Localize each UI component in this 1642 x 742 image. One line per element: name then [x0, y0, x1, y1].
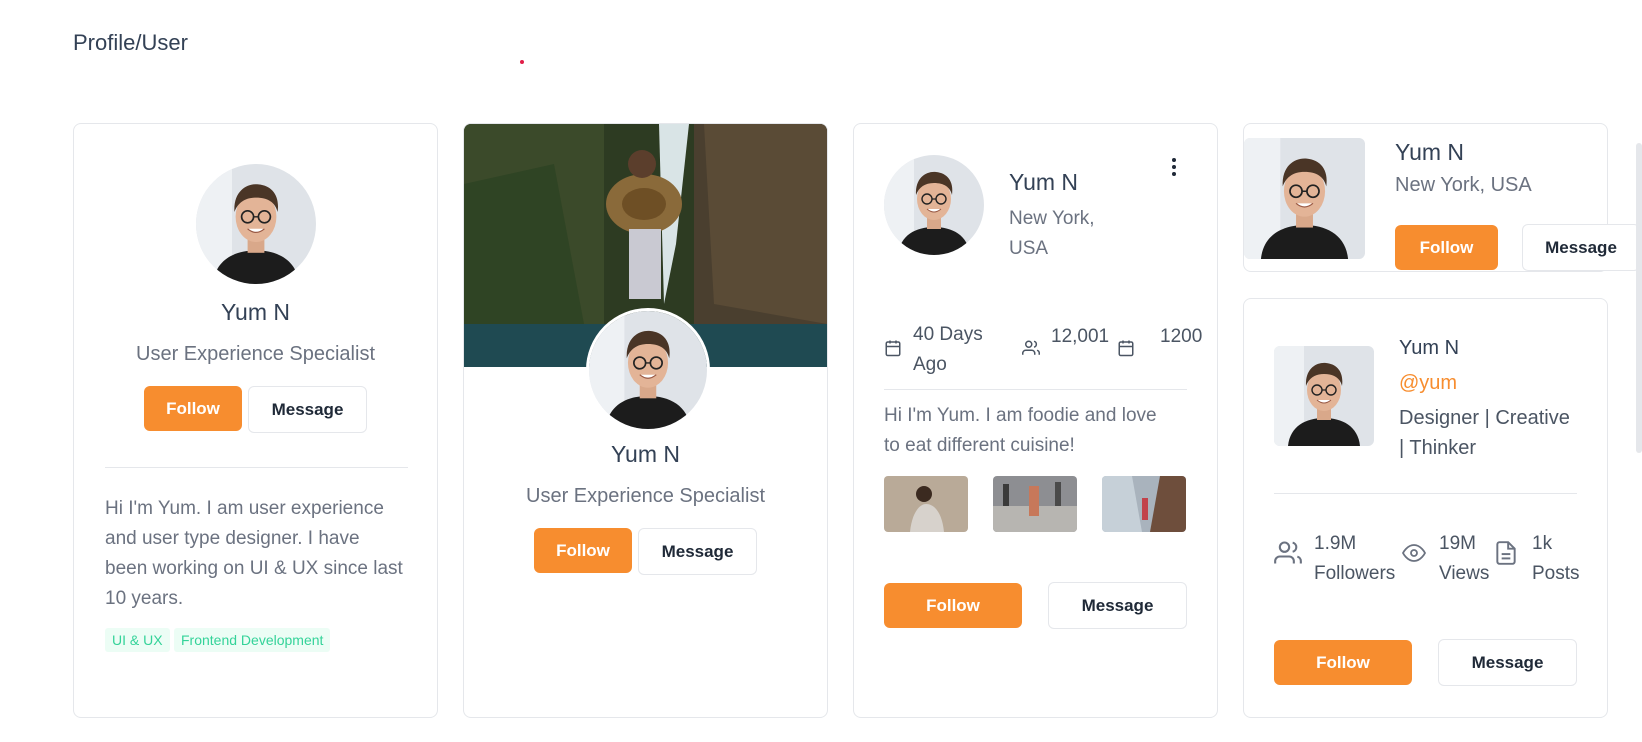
photo-thumbnail[interactable]	[1102, 476, 1186, 532]
stat-value: 19M	[1439, 533, 1476, 554]
profile-name: Yum N	[1009, 169, 1079, 195]
divider	[105, 467, 408, 468]
stat-label: Views	[1439, 563, 1490, 584]
profile-location-line2: USA	[1009, 238, 1049, 259]
profile-card-4: Yum N New York, USA Follow Message	[1243, 123, 1640, 272]
message-button[interactable]: Message	[248, 386, 367, 433]
profile-location: New York, USA	[1395, 174, 1532, 196]
profile-card-1: Yum N User Experience Specialist Follow …	[73, 123, 438, 718]
avatar	[586, 308, 710, 432]
stat-days-line1: 40 Days	[913, 324, 983, 345]
stat-count: 1200	[1160, 326, 1203, 347]
avatar	[1274, 346, 1374, 446]
profile-role: User Experience Specialist	[136, 343, 375, 365]
profile-handle[interactable]: @yum	[1399, 372, 1457, 395]
avatar	[196, 164, 316, 284]
follow-button[interactable]: Follow	[1395, 225, 1498, 270]
users-icon	[1021, 339, 1041, 357]
document-icon	[1493, 539, 1519, 567]
stat-label: Followers	[1314, 563, 1396, 584]
stat-value: 1k	[1532, 533, 1553, 554]
stat-value: 1.9M	[1314, 533, 1357, 554]
profile-name: Yum N	[610, 441, 681, 467]
users-icon	[1274, 539, 1302, 567]
red-dot	[520, 60, 524, 64]
message-button[interactable]: Message	[1438, 639, 1577, 686]
avatar	[884, 155, 984, 255]
eye-icon	[1400, 541, 1428, 565]
more-vertical-icon[interactable]	[1170, 157, 1178, 177]
follow-button[interactable]: Follow	[1274, 640, 1412, 685]
profile-name: Yum N	[1395, 139, 1465, 165]
profile-bio-line1: Hi I'm Yum. I am foodie and love	[884, 405, 1157, 426]
profile-desc-line2: | Thinker	[1399, 437, 1477, 459]
profile-role: User Experience Specialist	[526, 485, 765, 507]
divider	[884, 389, 1187, 390]
profile-location-line1: New York,	[1009, 208, 1095, 229]
profile-desc-line1: Designer | Creative	[1399, 407, 1570, 429]
stat-label: Posts	[1532, 563, 1580, 584]
follow-button[interactable]: Follow	[534, 528, 632, 573]
calendar-icon	[1117, 339, 1135, 357]
tag-frontend: Frontend Development	[174, 628, 331, 652]
photo-thumbnail[interactable]	[993, 476, 1077, 532]
stat-followers: 12,001	[1051, 326, 1110, 347]
tag-ui-ux: UI & UX	[105, 628, 170, 652]
message-button[interactable]: Message	[1048, 582, 1187, 629]
profile-card-3: Yum N New York, USA 40 Days Ago 12,001 1…	[853, 123, 1218, 718]
follow-button[interactable]: Follow	[144, 386, 242, 431]
profile-card-2: Yum N User Experience Specialist Follow …	[463, 123, 828, 718]
photo-thumbnail[interactable]	[884, 476, 968, 532]
divider	[1274, 493, 1577, 494]
profile-name: Yum N	[1399, 337, 1460, 359]
page-title: Profile/User	[73, 30, 188, 55]
message-button[interactable]: Message	[638, 528, 757, 575]
stat-days-line2: Ago	[913, 354, 947, 375]
profile-name: Yum N	[220, 299, 291, 325]
scrollbar[interactable]	[1636, 143, 1642, 453]
follow-button[interactable]: Follow	[884, 583, 1022, 628]
profile-bio: Hi I'm Yum. I am user experience and use…	[105, 498, 403, 609]
profile-card-5: Yum N @yum Designer | Creative | Thinker…	[1243, 298, 1608, 718]
avatar	[1244, 138, 1365, 259]
profile-bio-line2: to eat different cuisine!	[884, 435, 1075, 456]
calendar-icon	[884, 339, 902, 357]
message-button[interactable]: Message	[1522, 224, 1640, 271]
